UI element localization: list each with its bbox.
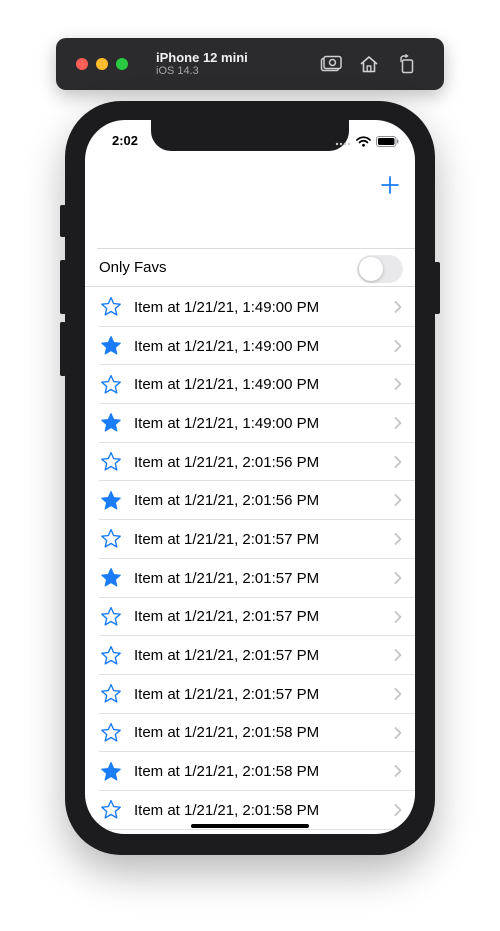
list-item[interactable]: Item at 1/21/21, 2:01:57 PM [85, 636, 415, 675]
list-item[interactable]: Item at 1/21/21, 2:01:57 PM [85, 559, 415, 598]
phone-screen: 2:02 Only Favs Item at 1/21/21, 1:49:00 … [85, 120, 415, 834]
star-outline-icon[interactable] [100, 722, 122, 744]
list-item-label: Item at 1/21/21, 2:01:57 PM [134, 569, 320, 587]
simulator-titles: iPhone 12 mini iOS 14.3 [156, 50, 248, 78]
chevron-right-icon [393, 687, 403, 701]
chevron-right-icon [393, 764, 403, 778]
star-outline-icon[interactable] [100, 645, 122, 667]
star-outline-icon[interactable] [100, 683, 122, 705]
only-favs-toggle[interactable] [357, 255, 403, 283]
simulator-toolbar [320, 53, 418, 75]
simulator-stage: iPhone 12 mini iOS 14.3 2:02 Only Favs I… [0, 0, 500, 931]
list-item[interactable]: Item at 1/21/21, 1:49:00 PM [85, 404, 415, 443]
add-item-button[interactable] [379, 174, 401, 196]
os-version: iOS 14.3 [156, 65, 199, 77]
list-item[interactable]: Item at 1/21/21, 2:01:57 PM [85, 598, 415, 637]
status-icons [335, 134, 399, 152]
volume-up-button [60, 260, 66, 314]
list-item[interactable]: Item at 1/21/21, 2:01:56 PM [85, 481, 415, 520]
status-time: 2:02 [112, 133, 139, 148]
star-outline-icon[interactable] [100, 451, 122, 473]
list-item[interactable]: Item at 1/21/21, 2:01:57 PM [85, 675, 415, 714]
list-item-label: Item at 1/21/21, 1:49:00 PM [134, 376, 320, 394]
battery-icon [376, 134, 399, 152]
zoom-window-button[interactable] [116, 58, 128, 70]
star-outline-icon[interactable] [100, 606, 122, 628]
list-item-label: Item at 1/21/21, 1:49:00 PM [134, 414, 320, 432]
plus-icon [381, 176, 399, 194]
list-item-label: Item at 1/21/21, 2:01:58 PM [134, 801, 320, 819]
star-filled-icon[interactable] [100, 490, 122, 512]
toggle-knob [359, 257, 383, 281]
list-item-label: Item at 1/21/21, 2:01:58 PM [134, 724, 320, 742]
item-list: Item at 1/21/21, 1:49:00 PM Item at 1/21/… [85, 288, 415, 830]
minimize-window-button[interactable] [96, 58, 108, 70]
list-item-label: Item at 1/21/21, 2:01:58 PM [134, 763, 320, 781]
list-item[interactable]: Item at 1/21/21, 2:01:58 PM [85, 752, 415, 791]
list-item[interactable]: Item at 1/21/21, 1:49:00 PM [85, 288, 415, 327]
power-button [434, 262, 440, 314]
home-icon[interactable] [358, 53, 380, 75]
chevron-right-icon [393, 648, 403, 662]
star-filled-icon[interactable] [100, 335, 122, 357]
star-outline-icon[interactable] [100, 296, 122, 318]
list-item-label: Item at 1/21/21, 2:01:57 PM [134, 530, 320, 548]
cellular-icon [335, 134, 351, 152]
list-item-label: Item at 1/21/21, 2:01:56 PM [134, 492, 320, 510]
chevron-right-icon [393, 571, 403, 585]
only-favs-row: Only Favs [85, 249, 415, 287]
star-outline-icon[interactable] [100, 374, 122, 396]
home-indicator[interactable] [191, 824, 309, 828]
list-item-label: Item at 1/21/21, 1:49:00 PM [134, 298, 320, 316]
star-filled-icon[interactable] [100, 567, 122, 589]
chevron-right-icon [393, 726, 403, 740]
only-favs-label: Only Favs [99, 259, 167, 276]
chevron-right-icon [393, 300, 403, 314]
mute-switch [60, 205, 66, 237]
notch [151, 120, 349, 151]
close-window-button[interactable] [76, 58, 88, 70]
wifi-icon [356, 134, 371, 152]
star-filled-icon[interactable] [100, 761, 122, 783]
list-item-label: Item at 1/21/21, 2:01:57 PM [134, 647, 320, 665]
star-outline-icon[interactable] [100, 799, 122, 821]
simulator-title-bar: iPhone 12 mini iOS 14.3 [56, 38, 444, 90]
chevron-right-icon [393, 610, 403, 624]
chevron-right-icon [393, 377, 403, 391]
volume-down-button [60, 322, 66, 376]
list-item-label: Item at 1/21/21, 2:01:56 PM [134, 453, 320, 471]
rotate-icon[interactable] [396, 53, 418, 75]
chevron-right-icon [393, 493, 403, 507]
list-item-label: Item at 1/21/21, 1:49:00 PM [134, 337, 320, 355]
device-name: iPhone 12 mini [156, 50, 248, 65]
list-item[interactable]: Item at 1/21/21, 2:01:56 PM [85, 443, 415, 482]
chevron-right-icon [393, 455, 403, 469]
chevron-right-icon [393, 532, 403, 546]
star-filled-icon[interactable] [100, 412, 122, 434]
window-controls [76, 58, 128, 70]
chevron-right-icon [393, 339, 403, 353]
list-item[interactable]: Item at 1/21/21, 2:01:57 PM [85, 520, 415, 559]
list-item[interactable]: Item at 1/21/21, 1:49:00 PM [85, 327, 415, 366]
list-item[interactable]: Item at 1/21/21, 2:01:58 PM [85, 714, 415, 753]
screenshot-icon[interactable] [320, 53, 342, 75]
list-item-label: Item at 1/21/21, 2:01:57 PM [134, 608, 320, 626]
list-item[interactable]: Item at 1/21/21, 1:49:00 PM [85, 365, 415, 404]
star-outline-icon[interactable] [100, 528, 122, 550]
chevron-right-icon [393, 416, 403, 430]
chevron-right-icon [393, 803, 403, 817]
list-item-label: Item at 1/21/21, 2:01:57 PM [134, 685, 320, 703]
